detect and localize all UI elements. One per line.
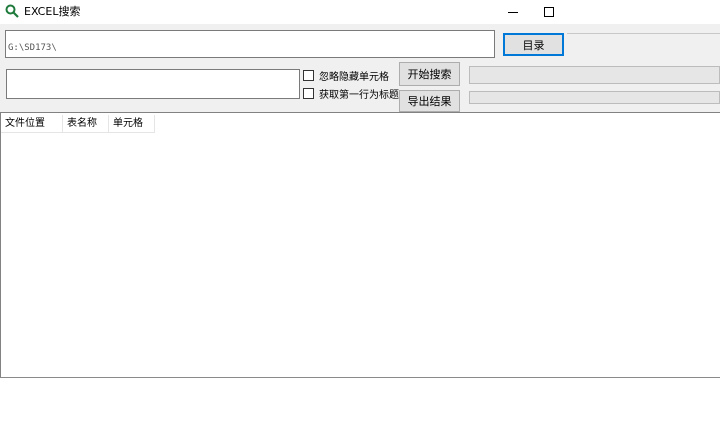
maximize-icon (544, 7, 554, 17)
maximize-button[interactable] (526, 0, 572, 24)
minimize-icon (508, 11, 518, 13)
results-header: 文件位置 表名称 单元格 (1, 115, 155, 133)
column-header-cell[interactable]: 单元格 (109, 115, 155, 133)
start-search-button[interactable]: 开始搜索 (399, 62, 460, 86)
title-bar: EXCEL搜索 (0, 0, 720, 24)
window-title: EXCEL搜索 (24, 5, 81, 18)
export-results-button[interactable]: 导出结果 (399, 90, 460, 112)
first-row-title-checkbox[interactable]: 获取第一行为标题 (303, 86, 399, 101)
export-progress-bar (469, 91, 720, 104)
path-input[interactable] (5, 30, 495, 58)
toolbar-strip (567, 33, 720, 57)
search-progress-bar (469, 66, 720, 84)
column-header-sheet-name[interactable]: 表名称 (63, 115, 109, 133)
first-row-title-label: 获取第一行为标题 (319, 89, 399, 101)
app-window: EXCEL搜索 目录 忽略隐藏单元格 获取第一行为标题 开始搜索 导出结果 文件… (0, 0, 720, 378)
results-list[interactable]: 文件位置 表名称 单元格 (0, 112, 720, 377)
ignore-hidden-label: 忽略隐藏单元格 (319, 71, 389, 83)
magnifier-icon (5, 4, 19, 18)
column-header-file-location[interactable]: 文件位置 (1, 115, 63, 133)
checkbox-box[interactable] (303, 69, 314, 81)
keyword-input[interactable] (6, 69, 300, 99)
checkbox-box[interactable] (303, 87, 314, 99)
directory-button[interactable]: 目录 (503, 33, 564, 56)
ignore-hidden-checkbox[interactable]: 忽略隐藏单元格 (303, 68, 389, 83)
